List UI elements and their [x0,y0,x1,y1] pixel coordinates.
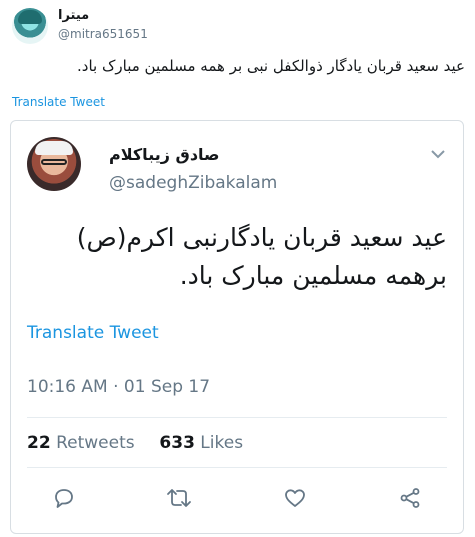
heart-icon[interactable] [282,485,308,511]
outer-translate-link[interactable]: Translate Tweet [12,95,105,109]
outer-tweet-text: عید سعید قربان یادگار ذوالکفل نبی بر همه… [77,57,465,75]
retweets-count: 22 [27,433,51,453]
quoted-handle[interactable]: @sadeghZibakalam [109,173,277,193]
retweet-icon[interactable] [166,485,192,511]
tweet-stats: 22 Retweets 633 Likes [27,433,243,453]
quoted-tweet-card[interactable]: صادق زیباکلام @sadeghZibakalam عید سعید … [10,120,464,534]
retweets-stat[interactable]: 22 Retweets [27,433,135,453]
outer-display-name[interactable]: میترا [58,8,89,23]
divider [27,467,447,468]
likes-label: Likes [194,433,244,453]
likes-stat[interactable]: 633 Likes [159,433,243,453]
tweet-actions [27,483,447,513]
share-icon[interactable] [397,485,423,511]
likes-count: 633 [159,433,195,453]
outer-tweet-header: میترا @mitra651651 [12,8,312,44]
retweets-label: Retweets [50,433,135,453]
outer-avatar[interactable] [12,8,48,44]
tweet-timestamp[interactable]: 10:16 AM · 01 Sep 17 [27,377,210,397]
quoted-tweet-text: عید سعید قربان یادگارنبی اکرم(ص) برهمه م… [76,223,447,290]
chevron-down-icon[interactable] [431,147,445,159]
outer-handle[interactable]: @mitra651651 [58,27,148,41]
quoted-display-name[interactable]: صادق زیباکلام [109,145,220,164]
quoted-avatar[interactable] [27,137,81,191]
quoted-translate-link[interactable]: Translate Tweet [27,323,159,343]
divider [27,417,447,418]
reply-icon[interactable] [51,485,77,511]
